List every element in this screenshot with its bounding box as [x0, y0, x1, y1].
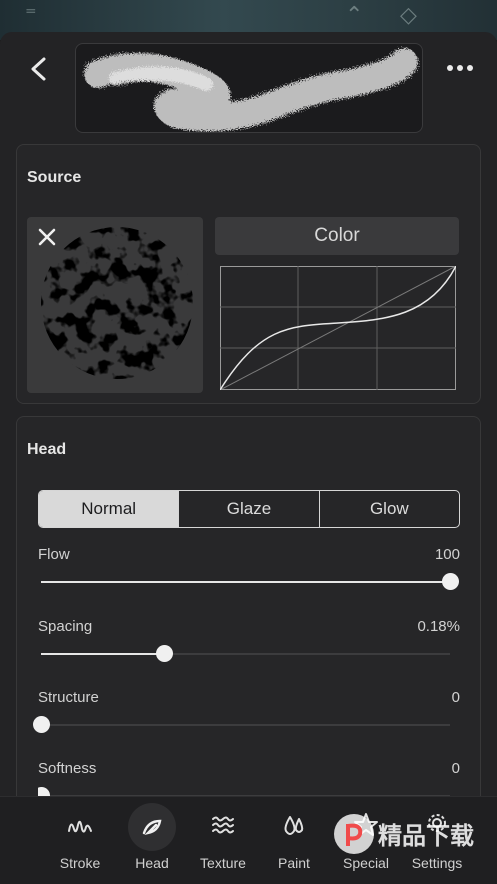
softness-label: Softness: [38, 760, 97, 777]
mode-glaze-button[interactable]: Glaze: [178, 491, 318, 527]
brush-shape-thumbnail[interactable]: [27, 217, 203, 393]
flow-slider-thumb[interactable]: [442, 573, 459, 590]
background-layer-icon: ◇: [400, 2, 417, 27]
more-icon[interactable]: [445, 60, 475, 76]
spacing-value: 0.18%: [417, 618, 460, 635]
head-card: Head Normal Glaze Glow Flow 100 Spacing …: [16, 416, 481, 809]
spacing-label: Spacing: [38, 618, 93, 635]
structure-slider[interactable]: [33, 716, 450, 733]
flow-value: 100: [434, 546, 460, 563]
mode-glow-button[interactable]: Glow: [318, 491, 459, 527]
tab-paint[interactable]: Paint: [259, 797, 329, 884]
spacing-slider-row: Spacing 0.18%: [38, 618, 460, 668]
source-title: Source: [27, 169, 82, 186]
stroke-icon: [68, 820, 92, 833]
tab-texture[interactable]: Texture: [188, 797, 258, 884]
structure-value: 0: [451, 689, 460, 706]
spacing-slider-thumb[interactable]: [155, 645, 173, 662]
texture-icon: [212, 816, 234, 834]
head-icon: [128, 803, 176, 851]
softness-value: 0: [451, 760, 460, 777]
structure-slider-thumb[interactable]: [33, 716, 50, 733]
structure-slider-row: Structure 0: [33, 689, 460, 739]
brush-stroke-preview: [75, 43, 423, 133]
flow-slider-row: Flow 100: [38, 546, 460, 596]
chevron-left-icon[interactable]: [26, 56, 52, 82]
svg-text:精品下载: 精品下载: [378, 822, 474, 850]
watermark-logo: 精品下载: [334, 814, 474, 854]
head-title: Head: [27, 441, 67, 458]
close-icon[interactable]: [37, 227, 57, 247]
flow-slider[interactable]: [41, 573, 459, 590]
tab-head-label: Head: [135, 855, 169, 871]
spacing-slider[interactable]: [41, 645, 450, 662]
structure-label: Structure: [38, 689, 99, 706]
source-card: Source Color: [16, 144, 481, 404]
head-mode-segmented-control: Normal Glaze Glow: [38, 490, 460, 528]
flow-label: Flow: [38, 546, 70, 563]
background-menu-icon: ⁼: [25, 2, 37, 27]
tab-stroke[interactable]: Stroke: [45, 797, 115, 884]
tab-head[interactable]: Head: [117, 797, 187, 884]
paint-drops-icon: [284, 816, 304, 835]
curve-graph[interactable]: [220, 266, 456, 390]
tab-texture-label: Texture: [200, 855, 246, 871]
mode-normal-button[interactable]: Normal: [39, 491, 179, 527]
tab-paint-label: Paint: [278, 855, 310, 871]
color-button[interactable]: Color: [215, 217, 459, 255]
tab-stroke-label: Stroke: [59, 855, 101, 871]
softness-slider-row: Softness 0: [38, 760, 460, 800]
background-arrow-icon: ⌃: [345, 2, 364, 27]
